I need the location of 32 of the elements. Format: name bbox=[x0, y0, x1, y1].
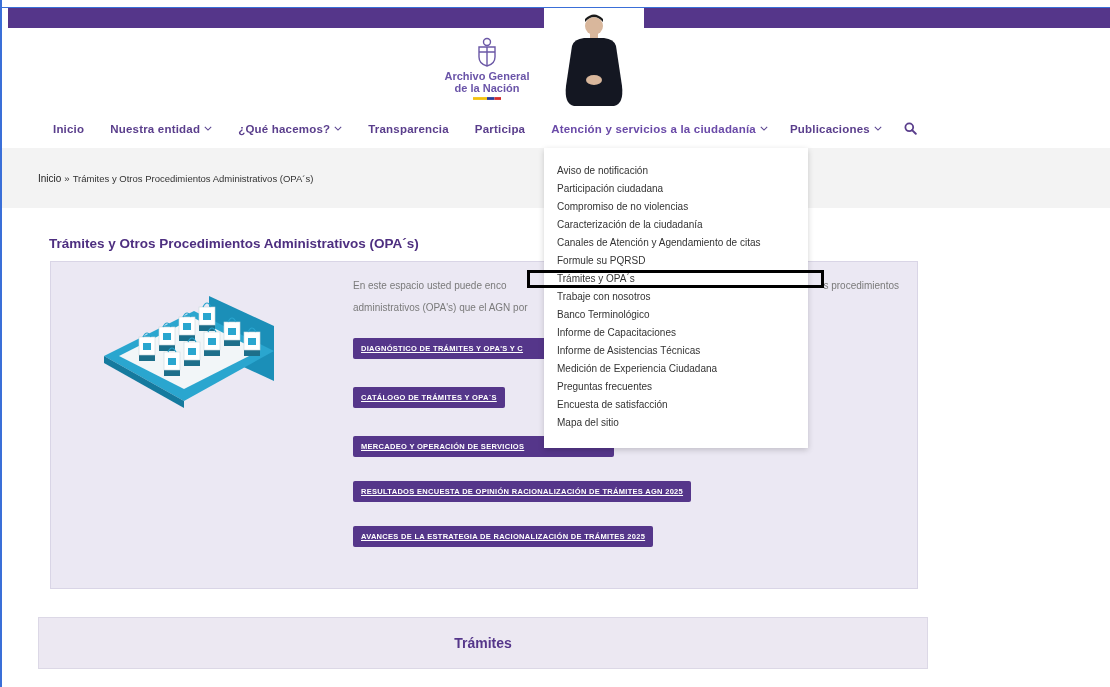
breadcrumb-separator: » bbox=[64, 172, 70, 184]
menu-item[interactable]: Preguntas frecuentes bbox=[557, 378, 808, 396]
nav-item[interactable]: Atención y servicios a la ciudadanía bbox=[551, 122, 768, 135]
intro-text: En este espacio usted puede enco bbox=[353, 279, 507, 291]
breadcrumb-current: Trámites y Otros Procedimientos Administrativos (OPA´s) bbox=[72, 172, 314, 184]
menu-item[interactable]: Participación ciudadana bbox=[557, 180, 808, 198]
breadcrumb-link[interactable]: Inicio bbox=[38, 172, 62, 184]
flag-stripe-icon bbox=[473, 97, 501, 100]
page-heading: Trámites y Otros Procedimientos Administrativos (OPA´s) bbox=[49, 236, 419, 251]
menu-item[interactable]: Compromiso de no violencias bbox=[557, 198, 808, 216]
accordion-header[interactable]: Trámites bbox=[38, 617, 928, 669]
nav-item[interactable]: Inicio bbox=[53, 122, 85, 135]
coat-of-arms-icon bbox=[475, 36, 499, 68]
menu-item[interactable]: Mapa del sitio bbox=[557, 414, 808, 432]
menu-item[interactable]: Encuesta de satisfacción bbox=[557, 396, 808, 414]
menu-item[interactable]: Canales de Atención y Agendamiento de citas bbox=[557, 234, 808, 252]
menu-item[interactable]: Caracterización de la ciudadanía bbox=[557, 216, 808, 234]
nav-item[interactable]: Publicaciones bbox=[789, 122, 882, 135]
logo-text: Archivo General de la Nación bbox=[444, 70, 530, 94]
nav-item[interactable]: ¿Qué hacemos? bbox=[238, 122, 343, 135]
menu-item[interactable]: Trámites y OPA´s bbox=[527, 270, 824, 288]
intro-text: s procedimientos bbox=[823, 279, 899, 291]
menu-item[interactable]: Aviso de notificación bbox=[557, 162, 808, 180]
menu-item[interactable]: Formule su PQRSD bbox=[557, 252, 808, 270]
nav-item[interactable]: Participa bbox=[474, 122, 526, 135]
menu-item[interactable]: Trabaje con nosotros bbox=[557, 288, 808, 306]
intro-text: administrativos (OPA's) que el AGN por bbox=[353, 301, 528, 313]
menu-item[interactable]: Medición de Experiencia Ciudadana bbox=[557, 360, 808, 378]
search-icon[interactable] bbox=[903, 122, 917, 135]
nav-item[interactable]: Transparencia bbox=[368, 122, 449, 135]
menu-item[interactable]: Banco Terminológico bbox=[557, 306, 808, 324]
nav-item[interactable]: Nuestra entidad bbox=[110, 122, 213, 135]
